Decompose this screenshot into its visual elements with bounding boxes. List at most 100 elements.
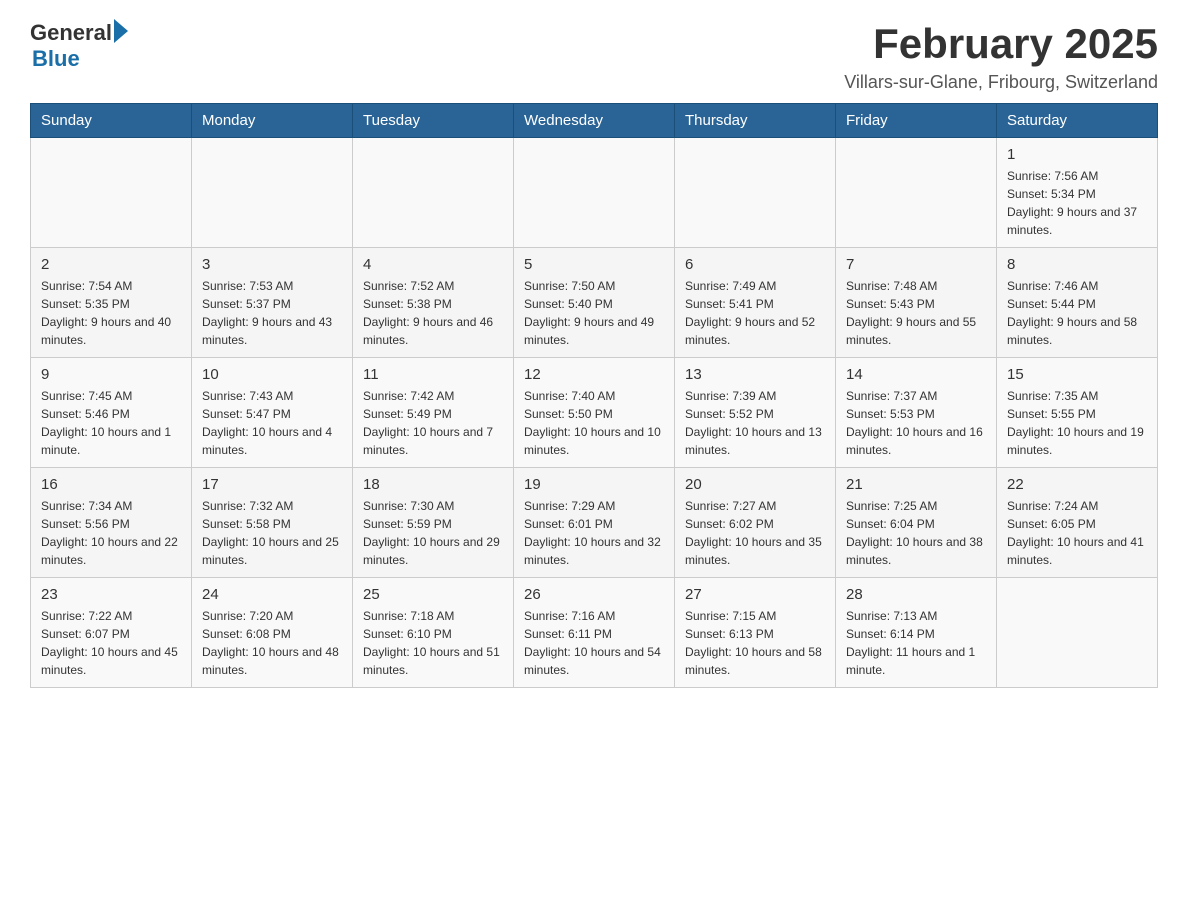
day-info: Sunrise: 7:32 AM Sunset: 5:58 PM Dayligh… — [202, 497, 342, 569]
day-info: Sunrise: 7:46 AM Sunset: 5:44 PM Dayligh… — [1007, 277, 1147, 349]
weekday-header-wednesday: Wednesday — [514, 104, 675, 138]
calendar-cell: 28Sunrise: 7:13 AM Sunset: 6:14 PM Dayli… — [836, 578, 997, 688]
day-info: Sunrise: 7:29 AM Sunset: 6:01 PM Dayligh… — [524, 497, 664, 569]
day-number: 21 — [846, 476, 986, 493]
day-info: Sunrise: 7:50 AM Sunset: 5:40 PM Dayligh… — [524, 277, 664, 349]
day-info: Sunrise: 7:45 AM Sunset: 5:46 PM Dayligh… — [41, 387, 181, 459]
calendar-cell — [31, 138, 192, 248]
calendar-cell: 10 Sunrise: 7:43 AM Sunset: 5:47 PM Dayli… — [192, 358, 353, 468]
calendar-cell: 7Sunrise: 7:48 AM Sunset: 5:43 PM Daylig… — [836, 248, 997, 358]
calendar-week-row: 1 Sunrise: 7:56 AM Sunset: 5:34 PM Daylig… — [31, 138, 1158, 248]
day-number: 2 — [41, 256, 181, 273]
day-info: Sunrise: 7:52 AM Sunset: 5:38 PM Dayligh… — [363, 277, 503, 349]
subtitle: Villars-sur-Glane, Fribourg, Switzerland — [844, 72, 1158, 93]
day-info: Sunrise: 7:54 AM Sunset: 5:35 PM Dayligh… — [41, 277, 181, 349]
calendar-cell: 2 Sunrise: 7:54 AM Sunset: 5:35 PM Daylig… — [31, 248, 192, 358]
calendar-cell: 24Sunrise: 7:20 AM Sunset: 6:08 PM Dayli… — [192, 578, 353, 688]
day-number: 20 — [685, 476, 825, 493]
calendar-cell: 27 Sunrise: 7:15 AM Sunset: 6:13 PM Dayli… — [675, 578, 836, 688]
logo-triangle-icon — [114, 19, 128, 43]
calendar-cell — [353, 138, 514, 248]
day-number: 11 — [363, 366, 503, 383]
day-number: 10 — [202, 366, 342, 383]
day-number: 22 — [1007, 476, 1147, 493]
day-number: 14 — [846, 366, 986, 383]
day-info: Sunrise: 7:49 AM Sunset: 5:41 PM Dayligh… — [685, 277, 825, 349]
day-number: 3 — [202, 256, 342, 273]
calendar-cell: 14 Sunrise: 7:37 AM Sunset: 5:53 PM Dayli… — [836, 358, 997, 468]
calendar-cell: 6 Sunrise: 7:49 AM Sunset: 5:41 PM Daylig… — [675, 248, 836, 358]
calendar-cell: 22 Sunrise: 7:24 AM Sunset: 6:05 PM Dayli… — [997, 468, 1158, 578]
calendar-cell — [997, 578, 1158, 688]
page-header: General Blue February 2025 Villars-sur-G… — [30, 20, 1158, 93]
day-number: 17 — [202, 476, 342, 493]
calendar-cell: 26Sunrise: 7:16 AM Sunset: 6:11 PM Dayli… — [514, 578, 675, 688]
day-info: Sunrise: 7:24 AM Sunset: 6:05 PM Dayligh… — [1007, 497, 1147, 569]
calendar-cell: 4Sunrise: 7:52 AM Sunset: 5:38 PM Daylig… — [353, 248, 514, 358]
calendar-cell: 1 Sunrise: 7:56 AM Sunset: 5:34 PM Daylig… — [997, 138, 1158, 248]
calendar-cell: 9 Sunrise: 7:45 AM Sunset: 5:46 PM Daylig… — [31, 358, 192, 468]
calendar-week-row: 2 Sunrise: 7:54 AM Sunset: 5:35 PM Daylig… — [31, 248, 1158, 358]
calendar-cell: 21 Sunrise: 7:25 AM Sunset: 6:04 PM Dayli… — [836, 468, 997, 578]
day-info: Sunrise: 7:39 AM Sunset: 5:52 PM Dayligh… — [685, 387, 825, 459]
day-number: 1 — [1007, 146, 1147, 163]
day-number: 13 — [685, 366, 825, 383]
calendar-week-row: 23Sunrise: 7:22 AM Sunset: 6:07 PM Dayli… — [31, 578, 1158, 688]
calendar-cell — [192, 138, 353, 248]
day-info: Sunrise: 7:34 AM Sunset: 5:56 PM Dayligh… — [41, 497, 181, 569]
day-number: 6 — [685, 256, 825, 273]
day-number: 23 — [41, 586, 181, 603]
calendar-cell: 17 Sunrise: 7:32 AM Sunset: 5:58 PM Dayli… — [192, 468, 353, 578]
calendar-cell: 8 Sunrise: 7:46 AM Sunset: 5:44 PM Daylig… — [997, 248, 1158, 358]
logo-general-text: General — [30, 20, 112, 46]
day-info: Sunrise: 7:56 AM Sunset: 5:34 PM Dayligh… — [1007, 167, 1147, 239]
calendar-cell: 23Sunrise: 7:22 AM Sunset: 6:07 PM Dayli… — [31, 578, 192, 688]
calendar-cell: 18 Sunrise: 7:30 AM Sunset: 5:59 PM Dayli… — [353, 468, 514, 578]
calendar-cell — [514, 138, 675, 248]
day-number: 19 — [524, 476, 664, 493]
calendar-cell: 25 Sunrise: 7:18 AM Sunset: 6:10 PM Dayli… — [353, 578, 514, 688]
day-info: Sunrise: 7:53 AM Sunset: 5:37 PM Dayligh… — [202, 277, 342, 349]
calendar-cell: 13 Sunrise: 7:39 AM Sunset: 5:52 PM Dayli… — [675, 358, 836, 468]
calendar-week-row: 16 Sunrise: 7:34 AM Sunset: 5:56 PM Dayli… — [31, 468, 1158, 578]
day-info: Sunrise: 7:40 AM Sunset: 5:50 PM Dayligh… — [524, 387, 664, 459]
title-block: February 2025 Villars-sur-Glane, Fribour… — [844, 20, 1158, 93]
calendar-cell: 16 Sunrise: 7:34 AM Sunset: 5:56 PM Dayli… — [31, 468, 192, 578]
weekday-header-tuesday: Tuesday — [353, 104, 514, 138]
day-number: 15 — [1007, 366, 1147, 383]
weekday-header-monday: Monday — [192, 104, 353, 138]
day-number: 26 — [524, 586, 664, 603]
weekday-header-saturday: Saturday — [997, 104, 1158, 138]
day-info: Sunrise: 7:30 AM Sunset: 5:59 PM Dayligh… — [363, 497, 503, 569]
calendar-cell: 19 Sunrise: 7:29 AM Sunset: 6:01 PM Dayli… — [514, 468, 675, 578]
calendar-cell: 12 Sunrise: 7:40 AM Sunset: 5:50 PM Dayli… — [514, 358, 675, 468]
day-info: Sunrise: 7:42 AM Sunset: 5:49 PM Dayligh… — [363, 387, 503, 459]
calendar-cell: 11 Sunrise: 7:42 AM Sunset: 5:49 PM Dayli… — [353, 358, 514, 468]
day-number: 28 — [846, 586, 986, 603]
day-info: Sunrise: 7:27 AM Sunset: 6:02 PM Dayligh… — [685, 497, 825, 569]
calendar-week-row: 9 Sunrise: 7:45 AM Sunset: 5:46 PM Daylig… — [31, 358, 1158, 468]
calendar-cell — [675, 138, 836, 248]
day-number: 24 — [202, 586, 342, 603]
logo: General Blue — [30, 20, 128, 72]
calendar-cell — [836, 138, 997, 248]
day-info: Sunrise: 7:25 AM Sunset: 6:04 PM Dayligh… — [846, 497, 986, 569]
day-number: 25 — [363, 586, 503, 603]
day-number: 27 — [685, 586, 825, 603]
day-number: 8 — [1007, 256, 1147, 273]
calendar-cell: 20 Sunrise: 7:27 AM Sunset: 6:02 PM Dayli… — [675, 468, 836, 578]
weekday-header-row: SundayMondayTuesdayWednesdayThursdayFrid… — [31, 104, 1158, 138]
day-number: 16 — [41, 476, 181, 493]
day-number: 12 — [524, 366, 664, 383]
day-info: Sunrise: 7:15 AM Sunset: 6:13 PM Dayligh… — [685, 607, 825, 679]
day-info: Sunrise: 7:18 AM Sunset: 6:10 PM Dayligh… — [363, 607, 503, 679]
weekday-header-sunday: Sunday — [31, 104, 192, 138]
day-number: 18 — [363, 476, 503, 493]
day-info: Sunrise: 7:43 AM Sunset: 5:47 PM Dayligh… — [202, 387, 342, 459]
calendar-cell: 3 Sunrise: 7:53 AM Sunset: 5:37 PM Daylig… — [192, 248, 353, 358]
day-number: 9 — [41, 366, 181, 383]
day-info: Sunrise: 7:37 AM Sunset: 5:53 PM Dayligh… — [846, 387, 986, 459]
day-info: Sunrise: 7:35 AM Sunset: 5:55 PM Dayligh… — [1007, 387, 1147, 459]
weekday-header-friday: Friday — [836, 104, 997, 138]
calendar-table: SundayMondayTuesdayWednesdayThursdayFrid… — [30, 103, 1158, 688]
